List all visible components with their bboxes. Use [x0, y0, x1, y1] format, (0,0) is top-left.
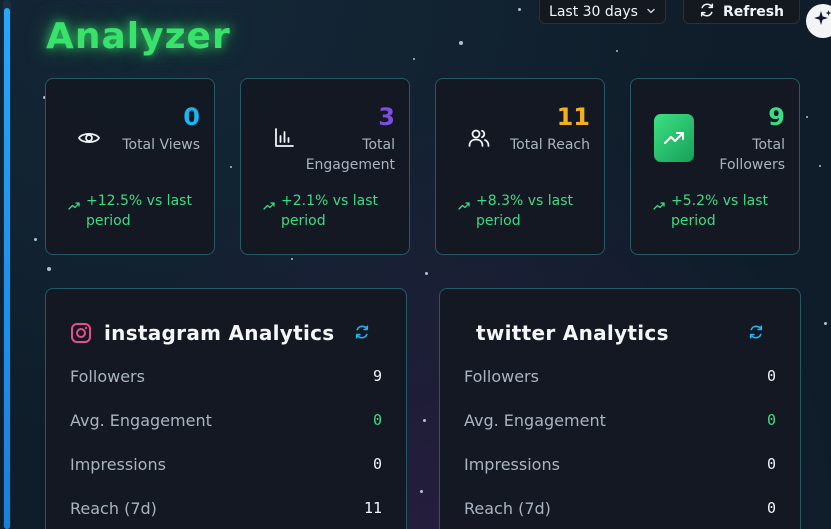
metric-label: Impressions — [70, 454, 166, 474]
assistant-button[interactable] — [806, 4, 831, 38]
star — [291, 258, 293, 260]
stat-change-text: +8.3% vs last period — [476, 193, 574, 229]
stat-change-text: +2.1% vs last period — [281, 193, 379, 229]
stat-change: +8.3% vs last period — [458, 191, 593, 231]
star — [34, 238, 37, 241]
refresh-button[interactable]: Refresh — [683, 0, 800, 24]
metric-label: Reach (7d) — [70, 498, 157, 518]
star — [413, 58, 415, 60]
metric-row-followers: Followers 0 — [464, 365, 776, 387]
star — [518, 8, 521, 11]
users-icon — [464, 123, 494, 153]
metric-label: Reach (7d) — [464, 498, 551, 518]
metric-row-followers: Followers 9 — [70, 365, 382, 387]
chevron-down-icon — [646, 4, 656, 20]
stat-change-text: +5.2% vs last period — [671, 193, 769, 229]
bar-chart-icon — [269, 123, 299, 153]
page-title: Analyzer — [46, 0, 231, 57]
instagram-analytics-panel: instagram Analytics Followers 9 Avg. Eng… — [45, 288, 407, 529]
trending-up-icon — [68, 197, 80, 217]
metric-value: 9 — [372, 367, 382, 385]
metric-value: 0 — [372, 411, 382, 429]
panel-title: twitter Analytics — [476, 321, 669, 345]
stat-label: Total Followers — [719, 137, 785, 173]
scrollbar-thumb[interactable] — [4, 8, 10, 529]
eye-icon — [74, 123, 104, 153]
metric-row-impressions: Impressions 0 — [464, 453, 776, 475]
stat-value: 9 — [768, 103, 785, 131]
stat-label: Total Views — [122, 137, 200, 153]
star — [819, 165, 821, 167]
period-select-label: Last 30 days — [549, 4, 638, 20]
star — [47, 267, 51, 271]
metric-value: 0 — [766, 411, 776, 429]
stat-change-text: +12.5% vs last period — [86, 193, 192, 229]
metric-value: 11 — [363, 499, 382, 517]
stat-change: +12.5% vs last period — [68, 191, 203, 231]
trending-up-icon — [263, 197, 275, 217]
metric-row-reach: Reach (7d) 0 — [464, 497, 776, 519]
star — [425, 272, 428, 275]
sparkle-icon — [812, 8, 831, 34]
instagram-icon — [70, 322, 92, 344]
metric-value: 0 — [766, 367, 776, 385]
star — [806, 116, 808, 118]
metric-value: 0 — [766, 499, 776, 517]
stat-card-followers: 9 Total Followers +5.2% vs last period — [630, 78, 800, 255]
star — [420, 490, 423, 493]
star — [824, 322, 827, 325]
metric-label: Followers — [464, 366, 539, 386]
trending-up-icon — [654, 114, 694, 162]
page-title-clipped-line — [46, 0, 231, 16]
stat-card-reach: 11 Total Reach +8.3% vs last period — [435, 78, 605, 255]
stat-value: 3 — [378, 103, 395, 131]
metric-row-avg-engagement: Avg. Engagement 0 — [70, 409, 382, 431]
panel-header: twitter Analytics — [476, 321, 776, 345]
stat-change: +5.2% vs last period — [653, 191, 788, 231]
metric-value: 0 — [766, 455, 776, 473]
metric-value: 0 — [372, 455, 382, 473]
panel-header: instagram Analytics — [70, 321, 382, 345]
stat-card-engagement: 3 Total Engagement +2.1% vs last period — [240, 78, 410, 255]
star — [423, 419, 426, 422]
trending-up-icon — [653, 197, 665, 217]
twitter-analytics-panel: twitter Analytics Followers 0 Avg. Engag… — [439, 288, 801, 529]
metric-label: Avg. Engagement — [464, 410, 606, 430]
panel-refresh-icon[interactable] — [748, 324, 764, 344]
stat-value: 0 — [183, 103, 200, 131]
period-select[interactable]: Last 30 days — [539, 0, 666, 24]
stat-value: 11 — [556, 103, 590, 131]
metric-label: Impressions — [464, 454, 560, 474]
metric-label: Avg. Engagement — [70, 410, 212, 430]
star — [616, 50, 618, 52]
refresh-button-label: Refresh — [722, 4, 785, 20]
metric-row-reach: Reach (7d) 11 — [70, 497, 382, 519]
trending-up-icon — [458, 197, 470, 217]
page-title-text: Analyzer — [46, 16, 231, 57]
metric-row-impressions: Impressions 0 — [70, 453, 382, 475]
stat-card-views: 0 Total Views +12.5% vs last period — [45, 78, 215, 255]
dashboard-page: Analyzer Last 30 days Refresh 0 Total Vi… — [0, 0, 831, 529]
panel-title: instagram Analytics — [104, 321, 335, 345]
panel-refresh-icon[interactable] — [354, 324, 370, 344]
metric-label: Followers — [70, 366, 145, 386]
star — [230, 166, 232, 168]
star — [459, 41, 463, 45]
stat-label: Total Reach — [509, 137, 590, 153]
metric-row-avg-engagement: Avg. Engagement 0 — [464, 409, 776, 431]
stat-change: +2.1% vs last period — [263, 191, 398, 231]
refresh-icon — [699, 2, 715, 22]
stat-label: Total Engagement — [305, 137, 395, 173]
